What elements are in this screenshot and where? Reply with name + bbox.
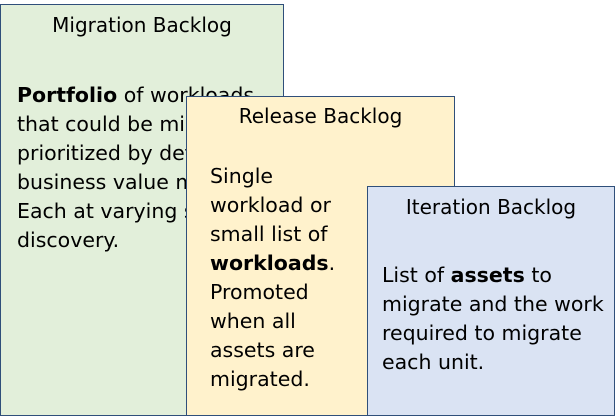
release-backlog-description: Single workload or small list of workloa…	[210, 162, 360, 394]
iteration-backlog-card: Iteration Backlog List of assets to migr…	[367, 186, 615, 416]
iteration-backlog-title: Iteration Backlog	[405, 195, 577, 219]
iteration-backlog-description: List of assets to migrate and the work r…	[382, 261, 612, 377]
migration-backlog-title: Migration Backlog	[52, 13, 232, 37]
release-backlog-text-start: Single workload or small list of	[210, 164, 331, 246]
portfolio-term: Portfolio	[17, 83, 118, 107]
workloads-term: workloads	[210, 251, 329, 275]
assets-term: assets	[450, 263, 525, 287]
iteration-backlog-text-start: List of	[382, 263, 451, 287]
release-backlog-title: Release Backlog	[238, 104, 403, 128]
